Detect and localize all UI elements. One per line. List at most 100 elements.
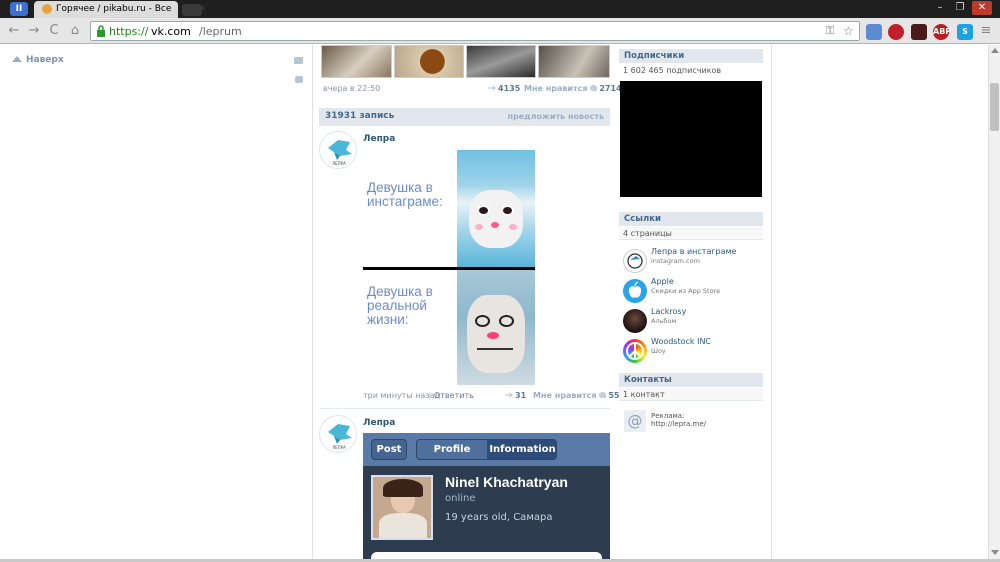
lepra-logo-icon: ЛЕПРА (328, 140, 352, 166)
like-label: Мне нравится (533, 391, 597, 400)
links-count: 4 страницы (623, 229, 672, 238)
separator: | (428, 391, 431, 400)
pause-icon[interactable]: II (10, 2, 28, 16)
links-title: Ссылки (624, 214, 661, 224)
photo-thumbnail[interactable] (394, 45, 464, 78)
link-subtitle: Альбом (651, 317, 677, 325)
url-path: /leprum (199, 25, 242, 38)
apple-icon (623, 279, 647, 303)
contacts-header[interactable]: Контакты (619, 373, 763, 387)
new-tab-button[interactable] (182, 4, 202, 16)
subscribers-header[interactable]: Подписчики (619, 49, 763, 63)
minimize-button[interactable]: – (930, 1, 950, 15)
share-count[interactable]: 31 (505, 391, 526, 400)
left-column: Наверх (0, 45, 312, 562)
heart-icon (599, 392, 607, 398)
url-host: vk.com (151, 25, 191, 38)
sidebar-link-instagram[interactable]: Лепра в инстаграме instagram.com (623, 247, 763, 273)
extension-icon[interactable] (911, 24, 927, 40)
app-profile-status: online (445, 493, 476, 504)
share-icon (505, 392, 513, 398)
wall-header: 31931 запись предложить новость (319, 108, 610, 126)
contacts-count: 1 контакт (623, 390, 665, 399)
post-author[interactable]: Лепра (363, 134, 395, 144)
share-count-value: 31 (515, 391, 527, 400)
sock-real-image (457, 270, 535, 385)
app-segmented-control: Profile Information (416, 439, 557, 460)
links-header[interactable]: Ссылки (619, 212, 763, 226)
links-count-row: 4 страницы (619, 227, 763, 240)
link-title: Apple (651, 277, 674, 286)
scroll-down-icon[interactable] (991, 550, 999, 555)
share-count[interactable]: 4135 (488, 84, 520, 93)
contacts-title: Контакты (624, 375, 672, 385)
menu-icon[interactable]: ≡ (978, 23, 994, 39)
browser-tab[interactable]: Горячее / pikabu.ru - Все × (34, 1, 206, 18)
cloud-extension-icon[interactable] (866, 24, 882, 40)
like-button[interactable]: Мне нравится 557 (533, 391, 625, 400)
app-tab-information: Information (487, 440, 556, 459)
page-action-icon[interactable]: ⚿ (826, 24, 834, 38)
share-icon (488, 85, 496, 91)
reply-link[interactable]: Ответить (434, 391, 474, 400)
svg-text:ЛЕПРА: ЛЕПРА (332, 161, 346, 166)
subscribers-widget-image[interactable] (620, 81, 762, 197)
like-button[interactable]: Мне нравится 27144 (524, 84, 627, 93)
share-count-value: 4135 (498, 84, 521, 93)
svg-text:ЛЕПРА: ЛЕПРА (332, 445, 346, 450)
album-icon (623, 309, 647, 333)
photo-thumbnail[interactable] (538, 45, 610, 78)
adblock-plus-icon[interactable]: ABP (933, 24, 951, 40)
app-topbar: Post Profile Information (363, 433, 610, 466)
reload-button[interactable]: C (46, 23, 62, 39)
wall-post-count[interactable]: 31931 запись (325, 111, 394, 121)
address-bar[interactable]: https:// vk.com /leprum ⚿ ☆ (90, 21, 860, 41)
back-button[interactable]: ← (6, 23, 22, 39)
post-author[interactable]: Лепра (363, 418, 395, 428)
app-screenshot-image[interactable]: Post Profile Information Ninel Khachatry… (363, 433, 610, 562)
url-scheme: https:// (109, 25, 149, 38)
bookmark-star-icon[interactable]: ☆ (843, 24, 854, 38)
page-border-left (312, 45, 313, 562)
avatar[interactable]: ЛЕПРА (319, 131, 357, 169)
messages-icon[interactable] (294, 57, 303, 64)
lock-icon (97, 25, 105, 37)
browser-tab-strip: II Горячее / pikabu.ru - Все × – ❐ ✕ (0, 0, 1000, 18)
scrollbar-thumb[interactable] (990, 83, 999, 131)
forward-button[interactable]: → (26, 23, 42, 39)
link-title: Lackrosy (651, 307, 687, 316)
skype-icon[interactable]: S (957, 24, 973, 40)
link-title: Лепра в инстаграме (651, 247, 737, 256)
post-divider (319, 408, 610, 409)
post-time[interactable]: вчера в 22:50 (323, 84, 380, 93)
sidebar-link-lackrosy[interactable]: Lackrosy Альбом (623, 307, 763, 333)
sidebar-link-woodstock[interactable]: Woodstock INC Шоу (623, 337, 763, 363)
photo-thumbnail[interactable] (466, 45, 536, 78)
pikabu-favicon-icon (42, 4, 52, 14)
heart-icon (590, 85, 598, 91)
lepra-logo-icon (623, 249, 647, 273)
sidebar-link-apple[interactable]: Apple Скидки из App Store (623, 277, 763, 303)
app-profile-name: Ninel Khachatryan (445, 474, 568, 490)
maximize-button[interactable]: ❐ (950, 1, 970, 15)
subscribers-title: Подписчики (624, 51, 685, 61)
app-profile-info: 19 years old, Самара (445, 512, 553, 523)
chat-icon[interactable] (295, 76, 303, 83)
home-button[interactable]: ⌂ (67, 23, 83, 39)
contact-link[interactable]: http://lepra.me/ (651, 420, 706, 428)
photo-thumbnail[interactable] (321, 45, 392, 78)
post-image[interactable]: Девушка в инстаграме: Девушка в реальной… (363, 150, 535, 385)
link-subtitle: Шоу (651, 347, 666, 355)
page-border-right (771, 45, 772, 562)
back-to-top-link[interactable]: Наверх (12, 55, 64, 65)
back-to-top-label: Наверх (26, 55, 64, 65)
meme-caption-bottom: Девушка в реальной жизни: (367, 284, 433, 327)
link-subtitle: instagram.com (651, 257, 700, 265)
opera-extension-icon[interactable] (888, 24, 904, 40)
close-window-button[interactable]: ✕ (972, 1, 992, 15)
suggest-news-link[interactable]: предложить новость (507, 112, 604, 121)
up-arrow-icon (12, 56, 22, 62)
avatar[interactable]: ЛЕПРА (319, 415, 357, 453)
scroll-up-icon[interactable] (991, 48, 999, 53)
link-subtitle: Скидки из App Store (651, 287, 721, 295)
